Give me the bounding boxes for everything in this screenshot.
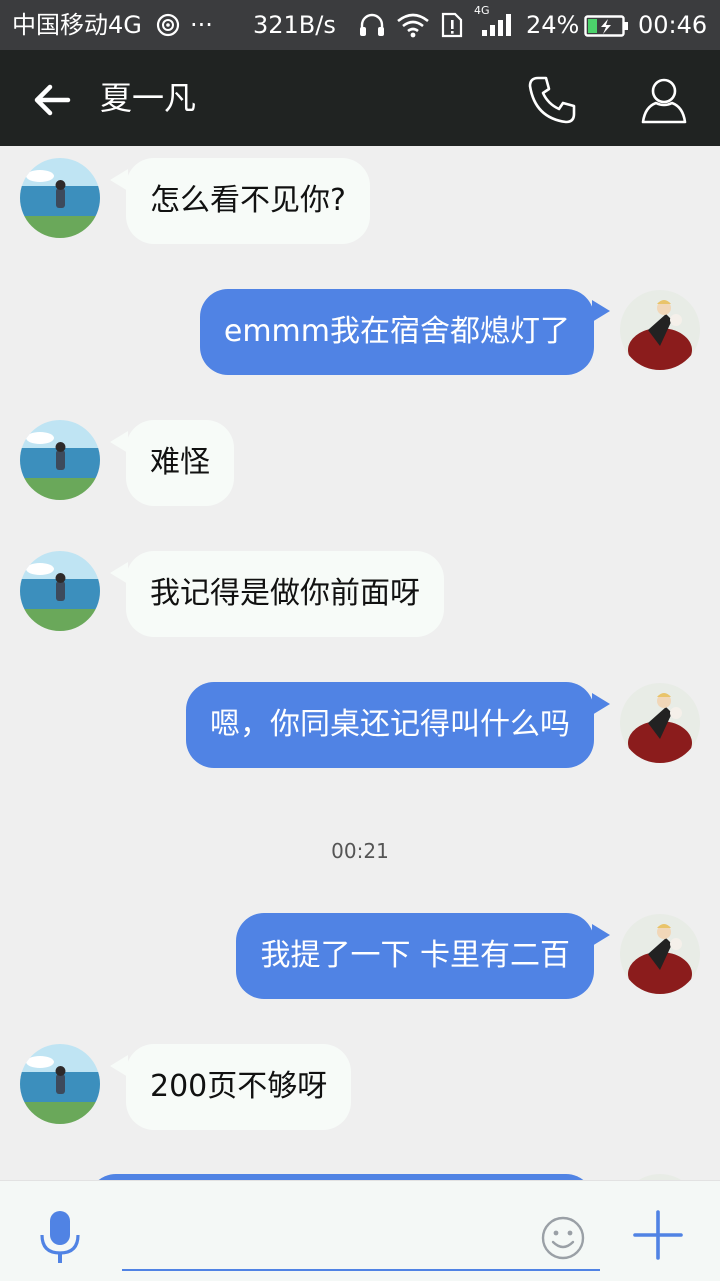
message-bubble-outgoing[interactable]: 嗯，你同桌还记得叫什么吗 bbox=[186, 682, 594, 768]
more-dots: ··· bbox=[190, 11, 213, 39]
input-bar bbox=[0, 1180, 720, 1281]
headphones-icon bbox=[358, 12, 386, 45]
wifi-icon bbox=[396, 12, 430, 45]
signal-icon bbox=[480, 12, 516, 45]
phone-icon bbox=[528, 76, 576, 124]
contact-avatar[interactable] bbox=[20, 158, 100, 238]
carrier-label: 中国移动4G bbox=[12, 11, 142, 39]
status-bar: 中国移动4G ··· 321B/s 4G 24% 00:46 bbox=[0, 0, 720, 50]
message-bubble-outgoing[interactable]: emmm我在宿舍都熄灯了 bbox=[199, 289, 594, 375]
message-bubble-incoming[interactable]: 我记得是做你前面呀 bbox=[126, 551, 444, 637]
battery-icon bbox=[584, 14, 630, 44]
chat-header: 夏一凡 bbox=[0, 50, 720, 146]
bubble-tail bbox=[592, 924, 610, 946]
message-list[interactable]: 怎么看不见你? emmm我在宿舍都熄灯了 难怪 我记得是做你前面呀 嗯，你同桌还… bbox=[0, 146, 720, 1180]
bubble-tail bbox=[592, 693, 610, 715]
contact-avatar[interactable] bbox=[20, 1044, 100, 1124]
message-bubble-outgoing[interactable]: 我提了一下 卡里有二百 bbox=[236, 913, 594, 999]
battery-percent: 24% bbox=[526, 11, 580, 39]
bubble-tail bbox=[592, 300, 610, 322]
sim-alert-icon bbox=[440, 12, 464, 45]
add-attachment-button[interactable] bbox=[632, 1209, 684, 1261]
contact-avatar[interactable] bbox=[20, 420, 100, 500]
my-avatar[interactable] bbox=[620, 914, 700, 994]
back-button[interactable] bbox=[28, 76, 76, 124]
timestamp: 00:21 bbox=[331, 839, 389, 863]
person-icon bbox=[641, 78, 687, 124]
microphone-icon bbox=[40, 1211, 80, 1263]
arrow-left-icon bbox=[34, 84, 71, 116]
my-avatar[interactable] bbox=[620, 290, 700, 370]
contact-avatar[interactable] bbox=[20, 551, 100, 631]
network-speed: 321B/s bbox=[253, 11, 336, 39]
message-bubble-incoming[interactable]: 怎么看不见你? bbox=[126, 158, 370, 244]
message-bubble-incoming[interactable]: 200页不够呀 bbox=[126, 1044, 352, 1130]
smiley-icon bbox=[541, 1216, 585, 1260]
my-avatar[interactable] bbox=[620, 683, 700, 763]
profile-button[interactable] bbox=[636, 72, 692, 128]
hotspot-icon bbox=[155, 12, 181, 45]
call-button[interactable] bbox=[524, 72, 580, 128]
clock: 00:46 bbox=[638, 11, 708, 39]
plus-icon bbox=[633, 1210, 683, 1260]
contact-name: 夏一凡 bbox=[100, 79, 197, 117]
emoji-button[interactable] bbox=[540, 1215, 586, 1261]
message-bubble-incoming[interactable]: 难怪 bbox=[126, 420, 234, 506]
voice-button[interactable] bbox=[38, 1209, 82, 1265]
message-input[interactable] bbox=[122, 1207, 600, 1271]
